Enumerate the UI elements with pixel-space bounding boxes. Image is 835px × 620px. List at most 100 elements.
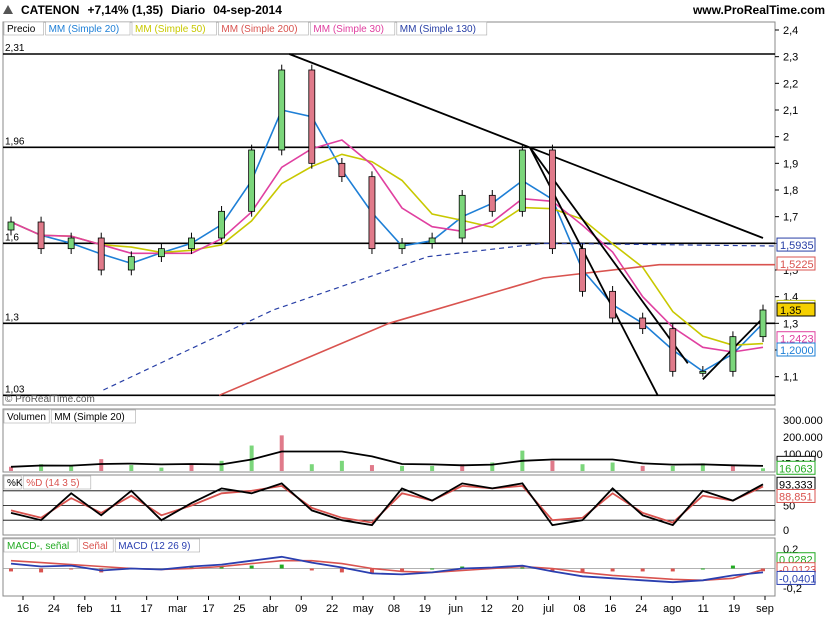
stoch-axis-label: 0 bbox=[783, 525, 789, 537]
level-label: 1,3 bbox=[5, 312, 19, 323]
price-value-label: 1,35 bbox=[780, 305, 801, 317]
price-axis-label: 2,2 bbox=[783, 78, 798, 90]
price-legend-item: Precio bbox=[7, 24, 36, 35]
x-axis-label: may bbox=[353, 603, 374, 615]
x-axis-label: 22 bbox=[326, 603, 338, 615]
macd-legend-item: MACD (12 26 9) bbox=[118, 541, 190, 552]
price-axis-label: 1,8 bbox=[783, 185, 798, 197]
candle-body bbox=[699, 370, 707, 374]
macd-histogram-bar bbox=[520, 567, 525, 569]
x-axis-label: 24 bbox=[635, 603, 647, 615]
price-legend-item: MM (Simple 30) bbox=[313, 24, 384, 35]
price-legend-item: MM (Simple 20) bbox=[49, 24, 120, 35]
stoch-legend-item: %K bbox=[7, 478, 23, 489]
x-axis-label: 08 bbox=[388, 603, 400, 615]
x-axis-label: 11 bbox=[110, 603, 121, 615]
watermark-text: © ProRealTime.com bbox=[5, 394, 95, 405]
volume-bar bbox=[69, 465, 74, 471]
x-axis-label: feb bbox=[77, 603, 92, 615]
macd-histogram-bar bbox=[339, 568, 344, 573]
stoch-value-label: 88,851 bbox=[779, 491, 813, 503]
candle-body bbox=[669, 328, 677, 372]
candle-body bbox=[248, 149, 256, 212]
price-legend-item: MM (Simple 200) bbox=[221, 24, 297, 35]
volume-bar bbox=[610, 462, 615, 471]
level-label: 2,31 bbox=[5, 43, 25, 54]
price-axis-label: 1,1 bbox=[783, 372, 798, 384]
macd-histogram-bar bbox=[430, 568, 435, 570]
stoch-legend-item: %D (14 3 5) bbox=[26, 478, 79, 489]
price-axis-label: 1,3 bbox=[783, 318, 798, 330]
price-axis-label: 2 bbox=[783, 132, 789, 144]
macd-histogram-bar bbox=[700, 568, 705, 570]
price-legend-item: MM (Simple 50) bbox=[135, 24, 206, 35]
x-axis-label: jun bbox=[447, 603, 463, 615]
volume-legend-item: MM (Simple 20) bbox=[54, 412, 125, 423]
x-axis-label: 17 bbox=[202, 603, 214, 615]
x-axis-label: 24 bbox=[48, 603, 60, 615]
macd-histogram-bar bbox=[279, 564, 284, 569]
volume-bar bbox=[670, 465, 675, 471]
price-value-label: 1,2000 bbox=[780, 345, 814, 357]
level-label: 1,96 bbox=[5, 136, 25, 147]
macd-histogram-bar bbox=[730, 565, 735, 569]
volume-bar bbox=[159, 467, 164, 471]
x-axis-label: 19 bbox=[728, 603, 740, 615]
candle-body bbox=[458, 194, 466, 239]
volume-bar bbox=[730, 465, 735, 471]
volume-bar bbox=[189, 464, 194, 471]
volume-legend-item: Volumen bbox=[7, 412, 46, 423]
price-axis-label: 1,7 bbox=[783, 212, 798, 224]
volume-bar bbox=[279, 435, 284, 471]
macd-histogram-bar bbox=[309, 568, 314, 571]
macd-histogram-bar bbox=[610, 568, 615, 572]
x-axis-label: ago bbox=[663, 603, 681, 615]
candle-body bbox=[188, 237, 195, 250]
candle-body bbox=[609, 290, 616, 319]
level-label: 1,6 bbox=[5, 232, 19, 243]
candle-body bbox=[127, 256, 135, 271]
volume-axis-label: 300.000 bbox=[783, 415, 823, 427]
x-axis-label: abr bbox=[262, 603, 278, 615]
price-legend-item: MM (Simple 130) bbox=[400, 24, 476, 35]
volume-bar bbox=[369, 465, 374, 471]
volume-value-label: 16.063 bbox=[779, 463, 813, 475]
candle-body bbox=[368, 176, 376, 250]
price-axis-label: 2,1 bbox=[783, 105, 798, 117]
volume-bar bbox=[129, 465, 134, 471]
price-value-label: 1,5225 bbox=[780, 259, 814, 271]
candle-body bbox=[729, 336, 737, 372]
candle-body bbox=[338, 162, 346, 178]
candle-body bbox=[488, 194, 496, 212]
candle-body bbox=[428, 237, 436, 244]
candle-body bbox=[549, 149, 556, 250]
candle-body bbox=[7, 221, 15, 231]
x-axis-label: 09 bbox=[295, 603, 307, 615]
macd-legend-item: Señal bbox=[82, 541, 108, 552]
volume-bar bbox=[550, 460, 555, 471]
price-axis-label: 1,9 bbox=[783, 158, 798, 170]
volume-bar bbox=[309, 464, 314, 471]
candle-body bbox=[759, 309, 767, 338]
volume-bar bbox=[580, 464, 585, 471]
candle-body bbox=[67, 237, 75, 250]
candle-body bbox=[398, 242, 406, 250]
x-axis-label: 19 bbox=[419, 603, 431, 615]
volume-bar bbox=[761, 468, 765, 471]
x-axis-label: 08 bbox=[573, 603, 585, 615]
x-axis-label: 17 bbox=[141, 603, 153, 615]
x-axis-label: 25 bbox=[233, 603, 245, 615]
volume-axis-label: 200.000 bbox=[783, 432, 823, 444]
candle-body bbox=[518, 149, 526, 212]
candle-body bbox=[37, 221, 45, 250]
x-axis-label: 16 bbox=[17, 603, 29, 615]
x-axis-label: 11 bbox=[697, 603, 708, 615]
macd-value-label: -0,0401 bbox=[779, 573, 816, 585]
stock-chart[interactable]: 2,42,32,22,121,91,81,71,61,51,41,31,21,1… bbox=[0, 0, 835, 620]
x-axis-label: 20 bbox=[512, 603, 524, 615]
macd-histogram-bar bbox=[670, 568, 675, 572]
x-axis-label: jul bbox=[542, 603, 554, 615]
macd-histogram-bar bbox=[69, 568, 74, 570]
candle-body bbox=[218, 210, 225, 239]
volume-bar bbox=[219, 460, 224, 471]
